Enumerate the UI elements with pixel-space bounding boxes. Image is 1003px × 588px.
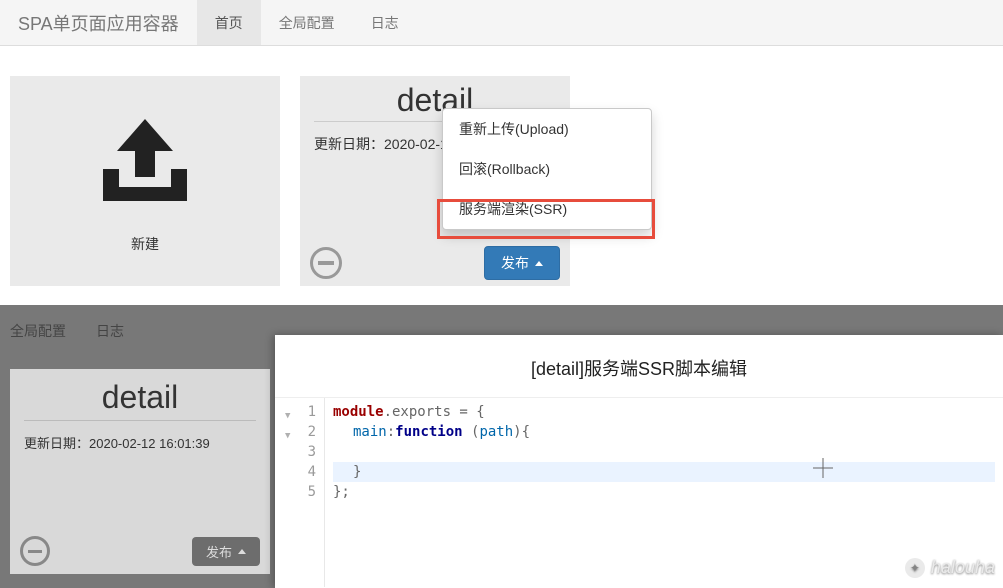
code-token: path [479, 424, 513, 440]
line-number: 2 [308, 424, 316, 440]
nav-tab-logs[interactable]: 日志 [353, 0, 417, 45]
dropdown-item-upload[interactable]: 重新上传(Upload) [443, 109, 651, 149]
caret-up-icon [238, 549, 246, 554]
date-value: 2020-02-12 16:01:39 [89, 436, 210, 451]
ssr-editor-modal: [detail]服务端SSR脚本编辑 ▼1 ▼2 3 4 5 module.ex… [275, 335, 1003, 588]
line-gutter: ▼1 ▼2 3 4 5 [275, 398, 325, 587]
watermark: ✦ halouha [905, 557, 995, 578]
date-label: 更新日期： [314, 136, 384, 152]
code-area[interactable]: module.exports = { main:function (path){… [325, 398, 1003, 587]
dim-card-detail: detail 更新日期：2020-02-12 16:01:39 发布 [10, 369, 270, 574]
caret-up-icon [535, 261, 543, 266]
nav-tab-global-config[interactable]: 全局配置 [261, 0, 353, 45]
dim-publish-label: 发布 [206, 542, 232, 561]
dim-card-date: 更新日期：2020-02-12 16:01:39 [10, 421, 270, 464]
upload-icon [85, 109, 205, 214]
line-number: 3 [308, 444, 316, 460]
code-token: ){ [513, 424, 530, 440]
publish-button[interactable]: 发布 [484, 246, 560, 280]
card-upload[interactable]: 新建 [10, 76, 280, 286]
line-number: 1 [308, 404, 316, 420]
code-editor[interactable]: ▼1 ▼2 3 4 5 module.exports = { main:func… [275, 398, 1003, 587]
upload-label: 新建 [131, 234, 159, 254]
dim-remove-button [20, 536, 50, 566]
dropdown-item-ssr[interactable]: 服务端渲染(SSR) [443, 189, 651, 229]
line-number: 4 [308, 464, 316, 480]
code-token: .exports = { [384, 404, 485, 420]
brand: SPA单页面应用容器 [0, 0, 197, 45]
dim-publish-button: 发布 [192, 537, 260, 566]
editor-title: [detail]服务端SSR脚本编辑 [275, 335, 1003, 398]
date-label: 更新日期： [24, 436, 89, 451]
wechat-icon: ✦ [905, 558, 925, 578]
dim-tab-global-config: 全局配置 [10, 321, 66, 341]
publish-label: 发布 [501, 253, 529, 273]
code-token [333, 442, 995, 462]
dim-background: 全局配置 日志 detail 更新日期：2020-02-12 16:01:39 … [0, 305, 275, 574]
nav-tab-home[interactable]: 首页 [197, 0, 261, 45]
code-token: }; [333, 484, 350, 500]
dropdown-item-rollback[interactable]: 回滚(Rollback) [443, 149, 651, 189]
code-token: function [395, 424, 462, 440]
code-token: } [353, 464, 361, 480]
dim-tab-logs: 日志 [96, 321, 124, 341]
line-number: 5 [308, 484, 316, 500]
code-token: module [333, 404, 384, 420]
dim-card-title: detail [10, 369, 270, 420]
remove-button[interactable] [310, 247, 342, 279]
top-nav: SPA单页面应用容器 首页 全局配置 日志 [0, 0, 1003, 46]
publish-dropdown: 重新上传(Upload) 回滚(Rollback) 服务端渲染(SSR) [442, 108, 652, 230]
code-token: : [387, 424, 395, 440]
code-token: ( [463, 424, 480, 440]
code-token: main [353, 424, 387, 440]
watermark-text: halouha [931, 557, 995, 578]
